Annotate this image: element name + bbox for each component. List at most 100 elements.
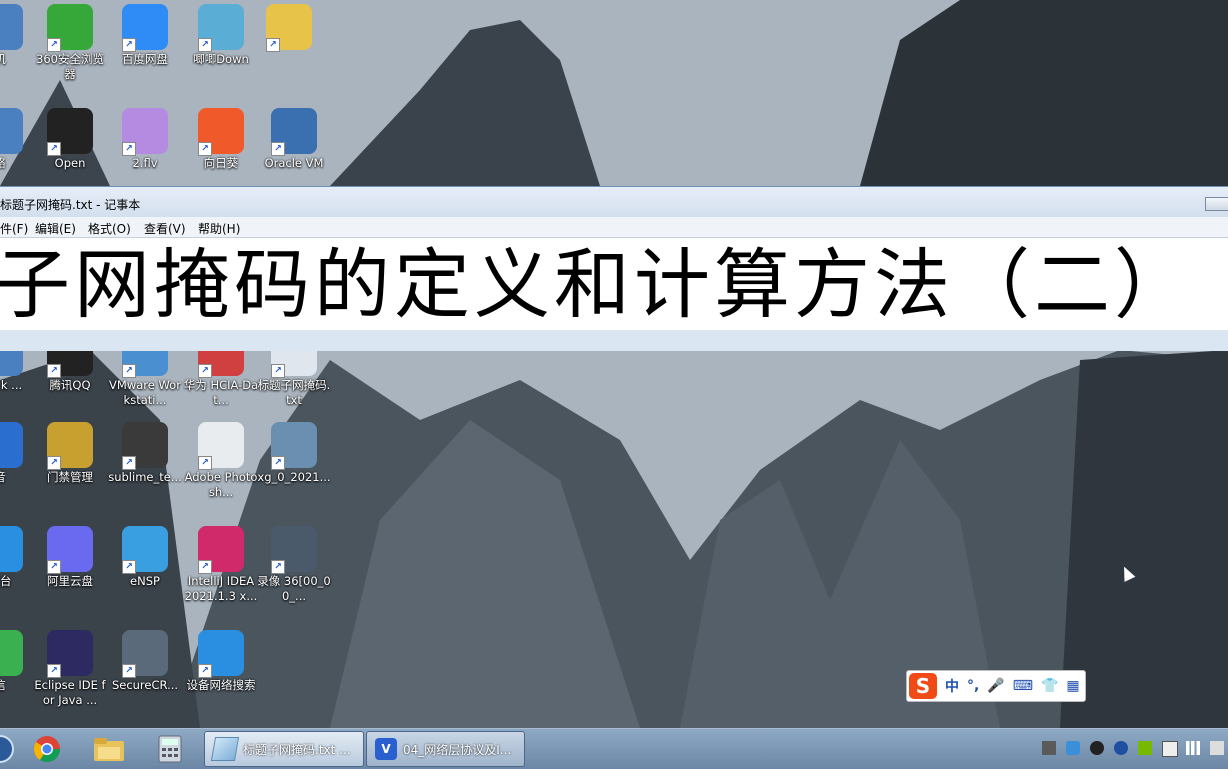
tray-vm-icon[interactable] [1066, 741, 1080, 755]
desktop-icon[interactable]: ↗ 阿里云盘 [32, 526, 108, 589]
desktop-app-icon: ↗ [122, 422, 168, 470]
ime-skin-icon[interactable]: 👕 [1041, 678, 1058, 694]
desktop-icon-label: 腾讯QQ [49, 378, 91, 392]
notepad-window[interactable]: 标题子网掩码.txt - 记事本 件(F) 编辑(E) 格式(O) 查看(V) … [0, 186, 1228, 351]
desktop-icon-label: eNSP [130, 574, 160, 588]
desktop-icon[interactable]: ↗ 设备网络搜索 [183, 630, 259, 693]
desktop-icon[interactable]: ↗ Oracle VM [256, 108, 332, 171]
ime-keyboard-icon[interactable]: ⌨ [1013, 678, 1033, 694]
menu-edit[interactable]: 编辑(E) [35, 220, 76, 237]
shortcut-arrow-icon: ↗ [198, 560, 212, 574]
calculator-icon[interactable] [148, 732, 192, 766]
desktop-app-icon: ↗ [47, 4, 93, 52]
desktop-icon-label: 唧唧Down [193, 52, 249, 66]
system-tray [1038, 729, 1228, 769]
tray-device-icon[interactable] [1162, 741, 1178, 757]
desktop-icon[interactable]: ↗ 唧唧Down [183, 4, 259, 67]
desktop-icon-label: 录像 36[00_00_... [257, 574, 331, 603]
sogou-logo-icon[interactable]: S [909, 673, 937, 699]
shortcut-arrow-icon: ↗ [47, 560, 61, 574]
ime-chinese-mode[interactable]: 中 [945, 676, 959, 696]
desktop-icon[interactable]: ↗ 向日葵 [183, 108, 259, 171]
taskbar-task-label: 04_网络层协议及I... [403, 742, 512, 757]
desktop-app-icon: ↗ [47, 526, 93, 574]
minimize-button[interactable] [1205, 197, 1228, 211]
notepad-titlebar[interactable]: 标题子网掩码.txt - 记事本 [0, 187, 1228, 217]
desktop-icon[interactable]: ↗ Open [32, 108, 108, 171]
desktop-icon[interactable]: ↗ 360安全浏览器 [32, 4, 108, 82]
desktop-app-icon: ↗ [0, 630, 23, 676]
ime-microphone-icon[interactable]: 🎤 [987, 678, 1004, 694]
shortcut-arrow-icon: ↗ [198, 456, 212, 470]
shortcut-arrow-icon: ↗ [122, 142, 136, 156]
desktop-icon[interactable]: ↗ SecureCR... [107, 630, 183, 693]
desktop-icon[interactable]: ↗ sublime_te... [107, 422, 183, 485]
shortcut-arrow-icon: ↗ [122, 560, 136, 574]
shortcut-arrow-icon: ↗ [47, 38, 61, 52]
ime-toolbox-icon[interactable]: ▦ [1066, 678, 1079, 694]
desktop-icon[interactable]: ↗ Eclipse IDE for Java ... [32, 630, 108, 708]
chrome-icon[interactable] [25, 732, 69, 766]
desktop-app-icon: ↗ [47, 630, 93, 678]
desktop-icon-label: 门禁管理 [47, 470, 93, 484]
desktop-app-icon: ↗ [0, 526, 23, 572]
desktop-icon-label: 标题子网掩码.txt [257, 378, 331, 407]
shortcut-arrow-icon: ↗ [198, 38, 212, 52]
file-explorer-icon[interactable] [87, 732, 131, 766]
desktop-icon[interactable]: ↗ 录像 36[00_00_... [256, 526, 332, 604]
shortcut-arrow-icon: ↗ [198, 364, 212, 378]
shortcut-arrow-icon: ↗ [271, 364, 285, 378]
start-button[interactable] [0, 732, 22, 766]
tray-network-adapter-icon[interactable] [1042, 741, 1056, 755]
shortcut-arrow-icon: ↗ [271, 560, 285, 574]
desktop-app-icon: ↗ [198, 4, 244, 52]
notepad-text-area[interactable]: 子网掩码的定义和计算方法（二） [0, 238, 1228, 330]
ime-punctuation-icon[interactable]: °, [967, 678, 979, 694]
desktop-icon-label: Open [54, 156, 86, 170]
menu-file[interactable]: 件(F) [0, 220, 28, 237]
desktop-icon-label: 百度网盘 [122, 52, 168, 66]
shortcut-arrow-icon: ↗ [47, 664, 61, 678]
taskbar-task-video[interactable]: V 04_网络层协议及I... [366, 731, 525, 767]
tray-volume-icon[interactable] [1210, 741, 1224, 755]
tray-nvidia-icon[interactable] [1138, 741, 1152, 755]
desktop-icon[interactable]: ↗ Adobe Photosh... [183, 422, 259, 500]
shortcut-arrow-icon: ↗ [122, 664, 136, 678]
desktop-icon-label: 华为 HCIA-Dat... [183, 378, 259, 407]
desktop-icon[interactable]: ↗ 百度网盘 [107, 4, 183, 67]
desktop-icon[interactable]: ↗ xg_0_2021... [256, 422, 332, 485]
desktop-app-icon: ↗ [122, 526, 168, 574]
menu-help[interactable]: 帮助(H) [198, 220, 240, 237]
desktop-icon[interactable]: ↗ IntelliJ IDEA 2021.1.3 x... [183, 526, 259, 604]
menu-format[interactable]: 格式(O) [88, 220, 131, 237]
desktop-app-icon: ↗ [122, 630, 168, 678]
desktop-icon-label: 阿里云盘 [47, 574, 93, 588]
taskbar-task-notepad[interactable]: 标题子网掩码.txt ... [204, 731, 364, 767]
shortcut-arrow-icon: ↗ [271, 142, 285, 156]
menu-view[interactable]: 查看(V) [144, 220, 186, 237]
tray-signal-icon[interactable] [1186, 741, 1200, 755]
shortcut-arrow-icon: ↗ [47, 142, 61, 156]
tray-qq-icon[interactable] [1090, 741, 1104, 755]
desktop-icon-label: VMware Workstati... [109, 378, 181, 407]
shortcut-arrow-icon: ↗ [47, 456, 61, 470]
desktop-icon[interactable]: ↗ 门禁管理 [32, 422, 108, 485]
shortcut-arrow-icon: ↗ [266, 38, 280, 52]
ime-toolbar[interactable]: S 中 °, 🎤 ⌨ 👕 ▦ [906, 670, 1086, 702]
tray-bluetooth-icon[interactable] [1114, 741, 1128, 755]
desktop-app-icon: ↗ [198, 526, 244, 574]
desktop-icon-label: 向日葵 [203, 156, 239, 170]
desktop-icon[interactable]: ↗ eNSP [107, 526, 183, 589]
desktop-app-icon: ↗ [198, 422, 244, 470]
desktop-icon-label: Oracle VM [264, 156, 324, 170]
desktop-icon-label: IntelliJ IDEA 2021.1.3 x... [184, 574, 258, 603]
desktop-icon-label: sublime_te... [108, 470, 182, 484]
desktop-icon-label: 2.flv [132, 156, 158, 170]
desktop-icon[interactable]: ↗ [251, 4, 327, 52]
desktop-app-icon: ↗ [122, 4, 168, 52]
notepad-title: 标题子网掩码.txt - 记事本 [0, 198, 141, 212]
desktop-app-icon: ↗ [198, 630, 244, 678]
desktop-app-icon: ↗ [198, 108, 244, 156]
desktop-icon[interactable]: ↗ 2.flv [107, 108, 183, 171]
taskbar-task-label: 标题子网掩码.txt ... [243, 742, 351, 757]
